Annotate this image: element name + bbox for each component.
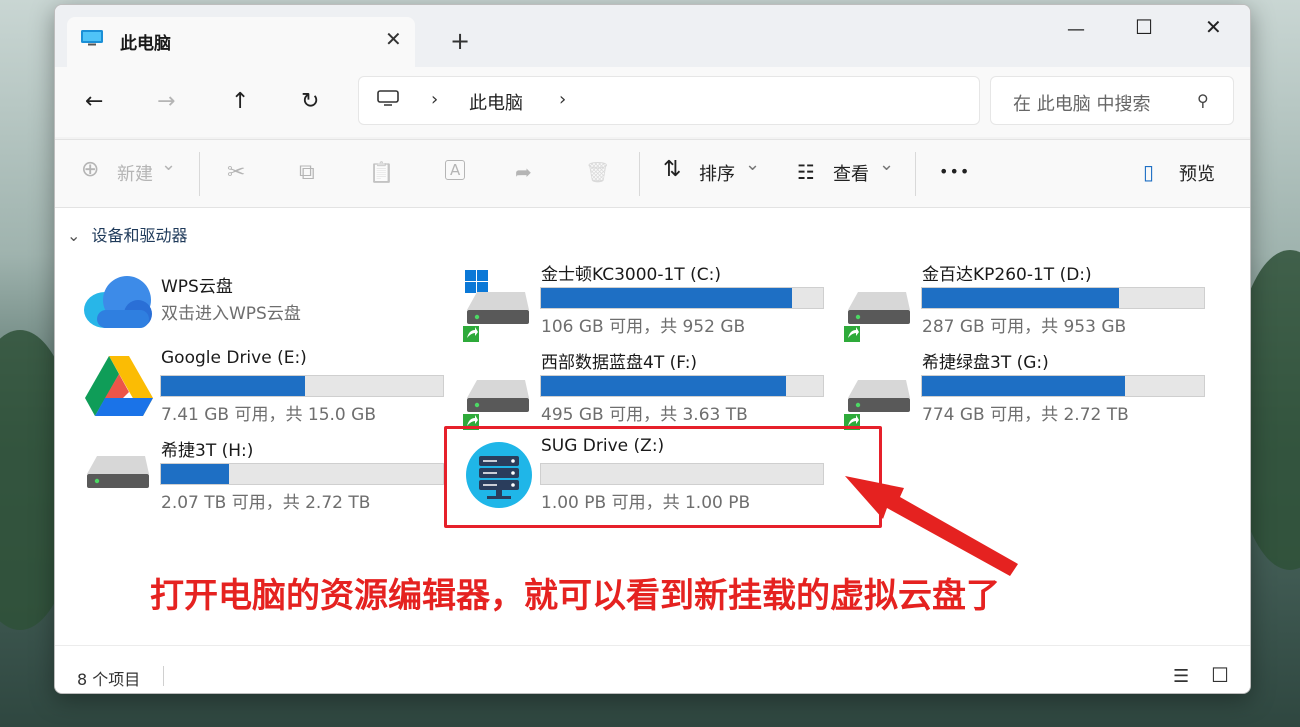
maximize-button[interactable]: ☐ bbox=[1135, 15, 1153, 39]
preview-pane-icon[interactable]: ▯ bbox=[1143, 160, 1154, 184]
view-button-label[interactable]: 查看 bbox=[833, 160, 869, 186]
divider bbox=[199, 152, 200, 196]
minimize-button[interactable]: — bbox=[1067, 19, 1085, 40]
cut-icon[interactable]: ✂ bbox=[227, 160, 245, 185]
refresh-button[interactable]: ↻ bbox=[301, 89, 319, 114]
command-bar: ⊕ 新建 ⌄ ✂ ⧉ 📋 A ➦ 🗑 ⇅ 排序 ⌄ ☷ 查看 ⌄ ••• ▯ 预… bbox=[55, 139, 1250, 208]
navigation-bar: ← → ↑ ↻ › 此电脑 › 在 此电脑 中搜索 ⚲ bbox=[55, 67, 1250, 137]
annotation-caption: 打开电脑的资源编辑器，就可以看到新挂载的虚拟云盘了 bbox=[150, 576, 1000, 616]
tab-title: 此电脑 bbox=[120, 34, 171, 54]
chevron-right-icon[interactable]: › bbox=[559, 89, 566, 110]
share-icon[interactable]: ➦ bbox=[515, 160, 532, 184]
search-placeholder[interactable]: 在 此电脑 中搜索 bbox=[1013, 90, 1173, 116]
paste-icon[interactable]: 📋 bbox=[369, 160, 394, 184]
new-button-label[interactable]: 新建 bbox=[117, 160, 153, 186]
view-icon[interactable]: ☷ bbox=[797, 160, 815, 184]
file-explorer-window: 此电脑 ✕ + — ☐ ✕ ← → ↑ ↻ › 此电脑 › 在 此电脑 中搜索 … bbox=[54, 4, 1251, 694]
chevron-right-icon[interactable]: › bbox=[431, 89, 438, 110]
rename-icon[interactable]: A bbox=[445, 160, 466, 180]
forward-button[interactable]: → bbox=[157, 89, 175, 114]
back-button[interactable]: ← bbox=[85, 89, 103, 114]
address-bar[interactable]: › 此电脑 › bbox=[358, 76, 980, 125]
preview-button-label[interactable]: 预览 bbox=[1179, 160, 1215, 186]
close-window-button[interactable]: ✕ bbox=[1205, 15, 1222, 39]
more-options-icon[interactable]: ••• bbox=[939, 162, 970, 181]
up-button[interactable]: ↑ bbox=[231, 89, 249, 114]
computer-icon bbox=[377, 90, 399, 106]
chevron-down-icon[interactable]: ⌄ bbox=[879, 154, 894, 175]
status-bar: 8 个项目 ☰ ☐ bbox=[55, 645, 1250, 693]
tiles-view-icon[interactable]: ☐ bbox=[1211, 663, 1229, 687]
sort-icon[interactable]: ⇅ bbox=[663, 157, 681, 182]
monitor-icon bbox=[81, 30, 103, 46]
breadcrumb[interactable]: 此电脑 bbox=[469, 89, 523, 115]
content-pane: ⌄ 设备和驱动器 WPS云盘 双击进入WPS云盘 金士顿KC3000-1T (C… bbox=[55, 207, 1250, 646]
divider bbox=[639, 152, 640, 196]
new-icon[interactable]: ⊕ bbox=[81, 157, 99, 182]
divider bbox=[915, 152, 916, 196]
divider bbox=[163, 666, 164, 686]
sort-button-label[interactable]: 排序 bbox=[699, 160, 735, 186]
copy-icon[interactable]: ⧉ bbox=[299, 160, 315, 185]
chevron-down-icon[interactable]: ⌄ bbox=[745, 154, 760, 175]
new-tab-button[interactable]: + bbox=[450, 27, 470, 55]
delete-icon[interactable]: 🗑 bbox=[585, 160, 610, 184]
tab-this-pc[interactable]: 此电脑 ✕ bbox=[67, 17, 415, 67]
chevron-down-icon[interactable]: ⌄ bbox=[161, 154, 176, 175]
details-view-icon[interactable]: ☰ bbox=[1173, 666, 1189, 687]
item-count: 8 个项目 bbox=[77, 670, 141, 689]
close-tab-icon[interactable]: ✕ bbox=[385, 27, 402, 51]
search-box[interactable]: 在 此电脑 中搜索 ⚲ bbox=[990, 76, 1234, 125]
title-bar: 此电脑 ✕ + — ☐ ✕ bbox=[55, 5, 1250, 67]
search-icon[interactable]: ⚲ bbox=[1197, 91, 1209, 110]
